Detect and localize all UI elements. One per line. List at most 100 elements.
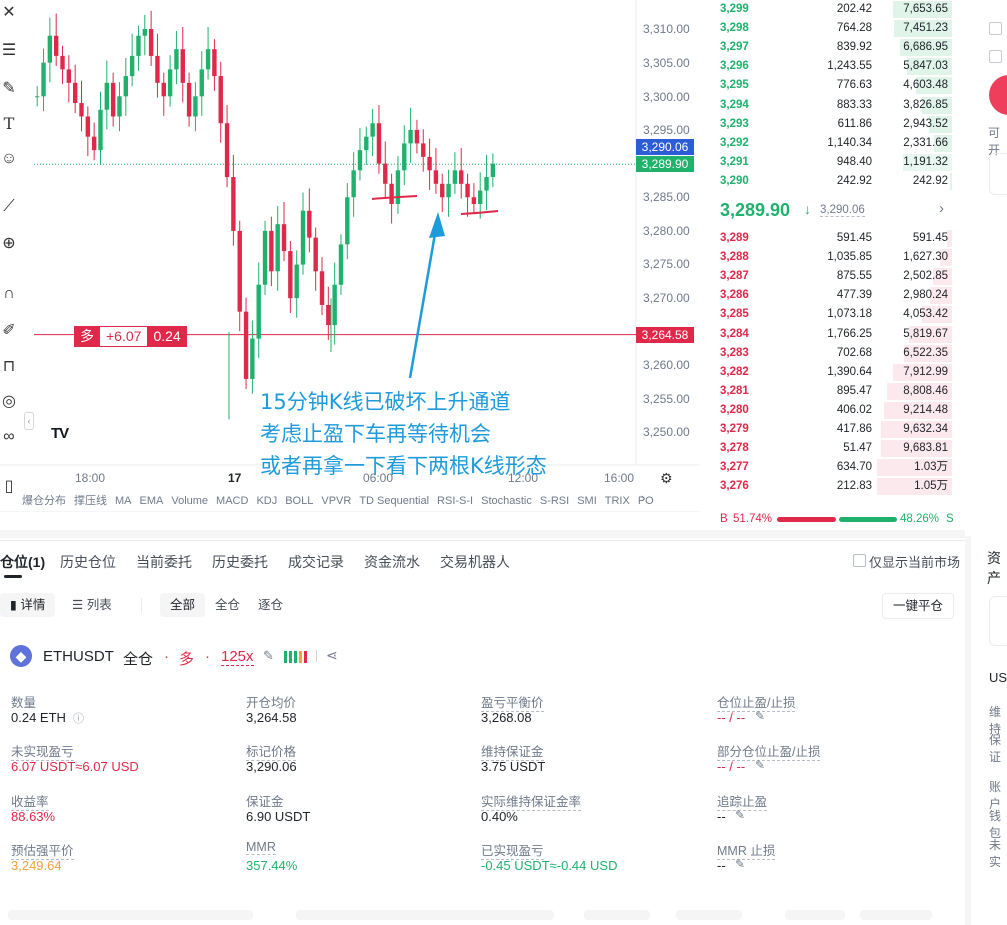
indicator-item[interactable]: Stochastic: [481, 495, 532, 507]
filter-cross-button[interactable]: 全仓: [205, 593, 250, 617]
order-book-bid-row[interactable]: 3,295 776.63 4,603.48: [706, 76, 958, 95]
order-book-ask-row[interactable]: 3,284 1,766.25 5,819.67: [706, 325, 958, 344]
order-book-ask-row[interactable]: 3,286 477.39 2,980.24: [706, 286, 958, 305]
tab-positions[interactable]: 仓位(1): [0, 552, 45, 572]
bottom-input[interactable]: [296, 910, 554, 920]
bottom-button[interactable]: [584, 910, 650, 920]
indicator-item[interactable]: VPVR: [321, 495, 351, 507]
order-book-bid-row[interactable]: 3,297 839.92 6,686.95: [706, 38, 958, 57]
order-book-ask-row[interactable]: 3,280 406.02 9,214.48: [706, 401, 958, 420]
order-book-bid-row[interactable]: 3,299 202.42 7,653.65: [706, 0, 958, 19]
mark-price-label: 3,290.06: [636, 139, 694, 155]
order-book-ask-row[interactable]: 3,281 895.47 8,808.46: [706, 382, 958, 401]
indicator-item[interactable]: 撑压线: [74, 495, 107, 507]
edit-icon[interactable]: ✎: [735, 808, 745, 822]
indicator-item[interactable]: Volume: [171, 495, 208, 507]
indicator-item[interactable]: KDJ: [256, 495, 277, 507]
amount-input[interactable]: [989, 153, 1007, 195]
zoom-in-icon[interactable]: ⊕: [0, 235, 18, 253]
order-book-ask-row[interactable]: 3,283 702.68 6,522.35: [706, 344, 958, 363]
tab-order-history[interactable]: 历史委托: [212, 552, 268, 572]
indicator-item[interactable]: TD Sequential: [359, 495, 429, 507]
eye-icon[interactable]: ◎: [0, 393, 18, 411]
order-book-ask-row[interactable]: 3,285 1,073.18 4,053.42: [706, 305, 958, 324]
crosshair-icon[interactable]: ✕: [0, 4, 18, 22]
order-book-bid-row[interactable]: 3,296 1,243.55 5,847.03: [706, 57, 958, 76]
tab-open-orders[interactable]: 当前委托: [136, 552, 192, 572]
bottom-button[interactable]: [860, 910, 932, 920]
emoji-icon[interactable]: ☺: [0, 150, 18, 168]
order-book-ask-row[interactable]: 3,279 417.86 9,632.34: [706, 420, 958, 439]
chart-settings-icon[interactable]: ⚙: [660, 470, 673, 487]
ruler-icon[interactable]: ⟋: [0, 198, 18, 216]
candle-body: [478, 190, 483, 204]
info-icon[interactable]: ⓘ: [73, 710, 84, 726]
order-book-ask-row[interactable]: 3,276 212.83 1.05万: [706, 477, 958, 496]
indicator-item[interactable]: EMA: [140, 495, 164, 507]
edit-leverage-icon[interactable]: ✎: [263, 648, 274, 664]
collapse-toolbar-icon[interactable]: ‹: [24, 412, 34, 430]
indicator-item[interactable]: TRIX: [605, 495, 630, 507]
position-symbol[interactable]: ETHUSDT: [43, 648, 114, 665]
order-book-total: 2,980.24: [903, 289, 948, 302]
view-list-button[interactable]: ☰ 列表: [62, 593, 122, 617]
indicator-item[interactable]: MACD: [216, 495, 248, 507]
tab-history-positions[interactable]: 历史仓位: [60, 552, 116, 572]
tab-trades[interactable]: 成交记录: [288, 552, 344, 572]
bottom-input[interactable]: [8, 910, 253, 920]
checkbox[interactable]: [989, 50, 1002, 63]
order-book-bid-row[interactable]: 3,292 1,140.34 2,331.66: [706, 134, 958, 153]
position-tag[interactable]: 多 +6.07 0.24: [74, 326, 187, 347]
only-current-checkbox[interactable]: [853, 554, 866, 567]
indicator-item[interactable]: S-RSI: [540, 495, 569, 507]
order-book-ask-row[interactable]: 3,277 634.70 1.03万: [706, 458, 958, 477]
share-icon[interactable]: ⋖: [326, 647, 338, 664]
indicator-item[interactable]: SMI: [577, 495, 597, 507]
open-long-button[interactable]: [989, 75, 1007, 115]
brush-icon[interactable]: ✎: [0, 80, 18, 98]
candle-body: [376, 123, 382, 164]
order-book-ask-row[interactable]: 3,289 591.45 591.45: [706, 229, 958, 248]
candle-body: [35, 96, 40, 98]
chevron-right-icon[interactable]: ›: [939, 200, 944, 217]
indicator-item[interactable]: MA: [115, 495, 132, 507]
checkbox[interactable]: [989, 22, 1002, 35]
order-book-ask-row[interactable]: 3,288 1,035.85 1,627.30: [706, 248, 958, 267]
magnet-icon[interactable]: ∩: [0, 285, 18, 303]
tab-fund-flow[interactable]: 资金流水: [364, 552, 420, 572]
tab-bots[interactable]: 交易机器人: [440, 552, 510, 572]
indicator-item[interactable]: BOLL: [285, 495, 313, 507]
leverage-value[interactable]: 125x: [221, 648, 254, 666]
lock-edit-icon[interactable]: ✐: [0, 322, 18, 340]
edit-icon[interactable]: ✎: [755, 709, 765, 723]
indicator-more-icon[interactable]: ›: [641, 490, 645, 505]
order-book-bid-row[interactable]: 3,290 242.92 242.92: [706, 172, 958, 191]
candle-body: [110, 82, 116, 117]
order-book-qty: 212.83: [836, 480, 872, 493]
close-all-button[interactable]: 一键平仓: [882, 593, 955, 619]
line-tool-icon[interactable]: ☰: [0, 42, 18, 60]
order-book-ask-row[interactable]: 3,278 51.47 9,683.81: [706, 439, 958, 458]
indicator-item[interactable]: 爆仓分布: [22, 495, 66, 507]
candlestick-chart[interactable]: 3,310.00 3,305.00 3,300.00 3,295.00 3,28…: [0, 0, 700, 512]
order-book-price: 3,287: [720, 270, 749, 283]
lock-icon[interactable]: ⊓: [0, 358, 18, 376]
edit-icon[interactable]: ✎: [755, 758, 765, 772]
indicator-item[interactable]: RSI-S-I: [437, 495, 473, 507]
order-book-bid-row[interactable]: 3,291 948.40 1,191.32: [706, 153, 958, 172]
order-book-ask-row[interactable]: 3,282 1,390.64 7,912.99: [706, 363, 958, 382]
order-book-ask-row[interactable]: 3,287 875.55 2,502.85: [706, 267, 958, 286]
text-icon[interactable]: T: [0, 115, 18, 133]
filter-all-button[interactable]: 全部: [160, 593, 206, 617]
order-book-bid-row[interactable]: 3,298 764.28 7,451.23: [706, 19, 958, 38]
mid-price: 3,289.90: [720, 200, 791, 220]
bottom-button[interactable]: [785, 910, 845, 920]
view-detail-button[interactable]: ▮ 详情: [0, 593, 56, 617]
filter-isolated-button[interactable]: 逐仓: [248, 593, 293, 617]
link-icon[interactable]: ∞: [0, 428, 18, 446]
trash-icon[interactable]: ▯: [0, 478, 18, 496]
edit-icon[interactable]: ✎: [735, 857, 745, 871]
order-book-bid-row[interactable]: 3,293 611.86 2,943.52: [706, 115, 958, 134]
order-book-bid-row[interactable]: 3,294 883.33 3,826.85: [706, 96, 958, 115]
bottom-button[interactable]: [676, 910, 742, 920]
